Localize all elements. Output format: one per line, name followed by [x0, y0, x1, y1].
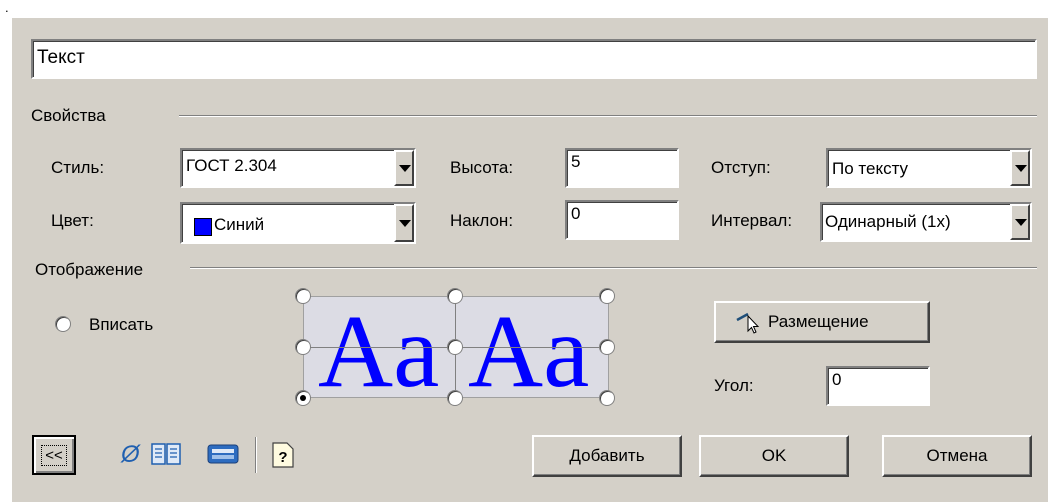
- cancel-button-label: Отмена: [926, 446, 988, 465]
- preview-handle-top-left[interactable]: [295, 288, 311, 304]
- preview-handle-bottom-right[interactable]: [599, 390, 615, 406]
- properties-divider: [179, 115, 1037, 117]
- style-dropdown-arrow-icon[interactable]: [394, 150, 414, 186]
- text-dialog: Текст Свойства Стиль: ГОСТ 2.304 Цвет: С…: [12, 18, 1048, 502]
- preview-text-left: Aa: [318, 294, 440, 409]
- svg-text:?: ?: [278, 449, 287, 466]
- add-button[interactable]: Добавить: [532, 435, 682, 477]
- help-icon[interactable]: ?: [271, 442, 295, 468]
- collapse-button-label: <<: [41, 444, 67, 466]
- indent-select[interactable]: По тексту: [826, 148, 1032, 188]
- color-swatch: [194, 218, 212, 236]
- properties-group-label: Свойства: [31, 106, 106, 125]
- slant-input-value: 0: [571, 204, 581, 223]
- preview-handle-center[interactable]: [447, 339, 463, 355]
- preview-text-right: Aa: [468, 294, 590, 409]
- footer-separator: [255, 437, 257, 473]
- preview-handle-mid-right[interactable]: [599, 339, 615, 355]
- preview-handle-top-middle[interactable]: [447, 288, 463, 304]
- corner-mark: .: [5, 0, 9, 15]
- book-icon[interactable]: [151, 442, 181, 466]
- indent-select-value: По тексту: [832, 159, 909, 178]
- preview-handle-top-right[interactable]: [599, 288, 615, 304]
- color-select[interactable]: Синий: [180, 202, 416, 244]
- angle-input-value: 0: [832, 370, 842, 389]
- text-input[interactable]: Текст: [31, 39, 1037, 79]
- placement-button[interactable]: Размещение: [714, 301, 930, 343]
- add-button-label: Добавить: [569, 446, 645, 465]
- diameter-icon[interactable]: Ø: [121, 441, 140, 469]
- height-input[interactable]: 5: [565, 148, 679, 188]
- color-select-value: Синий: [214, 215, 265, 234]
- preview-handle-bottom-middle[interactable]: [447, 390, 463, 406]
- indent-dropdown-arrow-icon[interactable]: [1010, 150, 1030, 186]
- cancel-button[interactable]: Отмена: [882, 435, 1032, 477]
- preview-handle-bottom-left[interactable]: [295, 390, 311, 406]
- indent-label: Отступ:: [711, 158, 771, 177]
- placement-button-label: Размещение: [768, 312, 869, 331]
- ok-button[interactable]: OK: [699, 435, 849, 477]
- interval-dropdown-arrow-icon[interactable]: [1010, 204, 1030, 240]
- angle-input[interactable]: 0: [826, 366, 930, 406]
- slant-label: Наклон:: [450, 211, 514, 230]
- placement-cursor-icon: [736, 310, 762, 334]
- fit-radio[interactable]: [55, 316, 71, 332]
- style-select-value: ГОСТ 2.304: [186, 156, 277, 175]
- fit-radio-label: Вписать: [89, 315, 154, 334]
- keyboard-icon[interactable]: [207, 443, 239, 465]
- height-input-value: 5: [571, 152, 581, 171]
- height-label: Высота:: [450, 158, 514, 177]
- collapse-button[interactable]: <<: [32, 435, 76, 475]
- slant-input[interactable]: 0: [565, 200, 679, 240]
- color-dropdown-arrow-icon[interactable]: [394, 204, 414, 242]
- style-label: Стиль:: [51, 158, 105, 177]
- style-select[interactable]: ГОСТ 2.304: [180, 148, 416, 188]
- angle-label: Угол:: [714, 376, 754, 395]
- interval-select-value: Одинарный (1x): [825, 212, 951, 231]
- color-label: Цвет:: [51, 211, 94, 230]
- interval-select[interactable]: Одинарный (1x): [820, 202, 1032, 242]
- display-divider: [190, 267, 1037, 269]
- preview-handle-mid-left[interactable]: [295, 339, 311, 355]
- ok-button-label: OK: [761, 446, 787, 465]
- display-group-label: Отображение: [35, 260, 144, 279]
- interval-label: Интервал:: [711, 211, 793, 230]
- text-input-value: Текст: [37, 47, 85, 68]
